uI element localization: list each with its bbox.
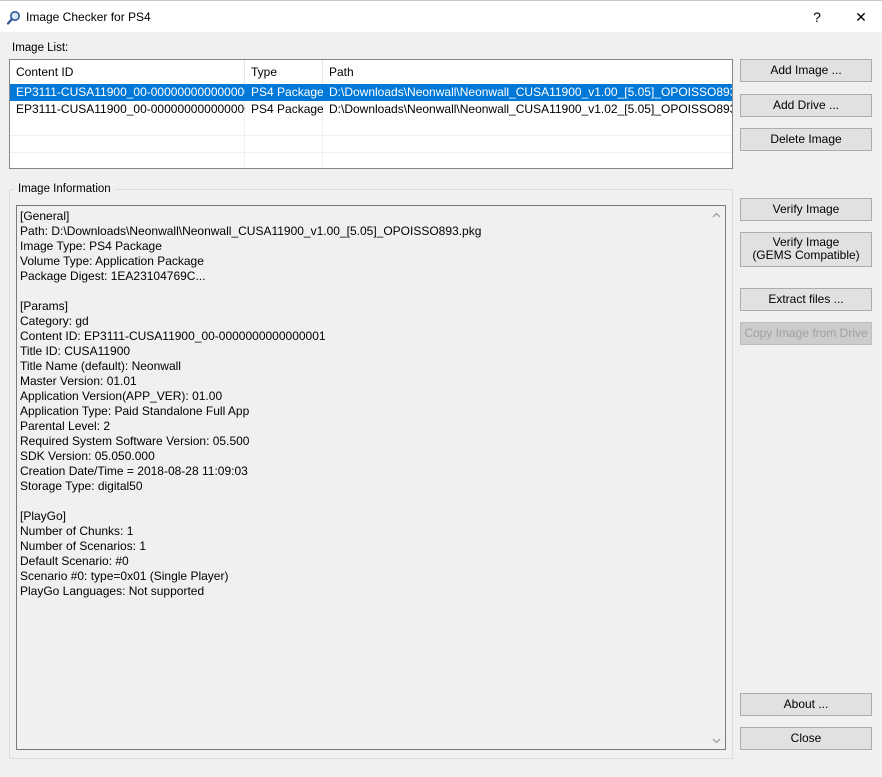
about-button[interactable]: About ... — [740, 693, 872, 716]
copy-image-from-drive-button[interactable]: Copy Image from Drive — [740, 322, 872, 345]
image-list-label: Image List: — [12, 42, 69, 54]
column-header-path[interactable]: Path — [323, 60, 732, 84]
close-button[interactable]: Close — [740, 727, 872, 750]
title-bar: Image Checker for PS4 ? ✕ — [0, 0, 882, 32]
scroll-up-icon[interactable] — [708, 206, 725, 223]
row-gridline — [10, 135, 732, 136]
add-drive-button[interactable]: Add Drive ... — [740, 94, 872, 117]
table-row[interactable]: EP3111-CUSA11900_00-0000000000000001 PS4… — [10, 84, 732, 101]
help-button[interactable]: ? — [794, 2, 840, 32]
verify-image-gems-button[interactable]: Verify Image (GEMS Compatible) — [740, 232, 872, 267]
image-information-text: [General] Path: D:\Downloads\Neonwall\Ne… — [20, 209, 482, 598]
cell-content-id: EP3111-CUSA11900_00-0000000000000001 — [16, 85, 245, 99]
extract-files-button[interactable]: Extract files ... — [740, 288, 872, 311]
cell-type: PS4 Package — [251, 102, 323, 116]
app-magnifier-icon — [6, 11, 20, 25]
image-list-header: Content ID Type Path — [10, 60, 732, 84]
window-title: Image Checker for PS4 — [26, 10, 151, 24]
cell-type: PS4 Package — [251, 85, 323, 99]
add-image-button[interactable]: Add Image ... — [740, 59, 872, 82]
image-information-label: Image Information — [15, 183, 114, 195]
window-close-button[interactable]: ✕ — [838, 2, 882, 32]
verify-image-button[interactable]: Verify Image — [740, 198, 872, 221]
cell-path: D:\Downloads\Neonwall\Neonwall_CUSA11900… — [329, 102, 733, 116]
delete-image-button[interactable]: Delete Image — [740, 128, 872, 151]
column-header-content-id[interactable]: Content ID — [10, 60, 245, 84]
cell-path: D:\Downloads\Neonwall\Neonwall_CUSA11900… — [329, 85, 733, 99]
image-list[interactable]: Content ID Type Path EP3111-CUSA11900_00… — [9, 59, 733, 169]
row-gridline — [10, 152, 732, 153]
image-information-textbox[interactable]: [General] Path: D:\Downloads\Neonwall\Ne… — [16, 205, 726, 750]
scroll-down-icon[interactable] — [708, 732, 725, 749]
vertical-scrollbar[interactable] — [708, 206, 725, 749]
table-row[interactable]: EP3111-CUSA11900_00-0000000000000001 PS4… — [10, 101, 732, 118]
cell-content-id: EP3111-CUSA11900_00-0000000000000001 — [16, 102, 245, 116]
column-header-type[interactable]: Type — [245, 60, 323, 84]
